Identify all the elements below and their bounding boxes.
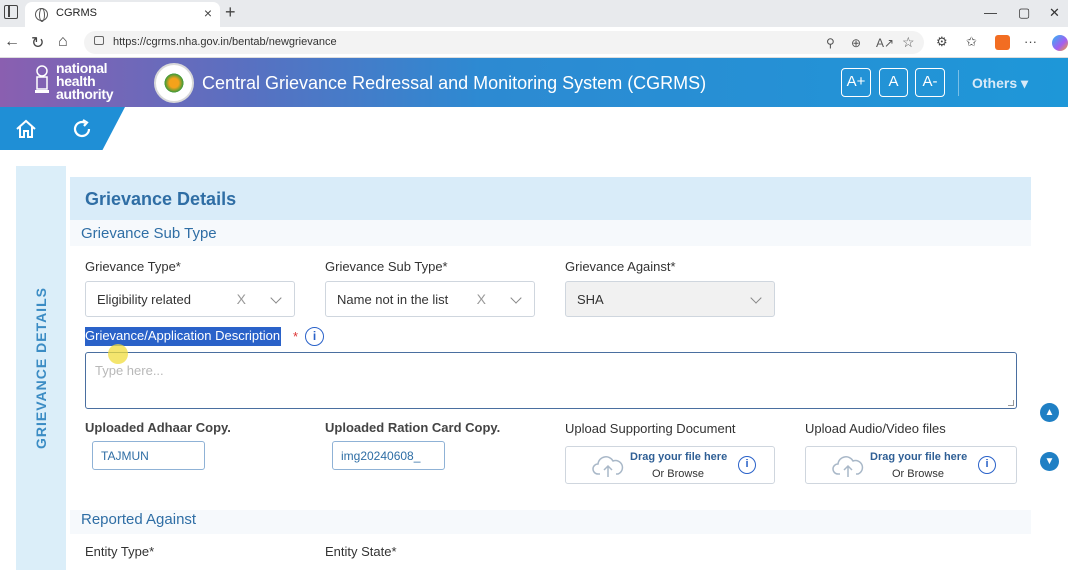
description-placeholder: Type here... <box>95 363 164 378</box>
new-tab-button[interactable]: + <box>225 2 236 23</box>
refresh-icon[interactable] <box>70 117 94 141</box>
uploaded-ration-label: Uploaded Ration Card Copy. <box>325 420 501 435</box>
description-label: Grievance/Application Description <box>85 327 282 346</box>
back-icon[interactable]: ← <box>4 33 20 51</box>
clear-icon[interactable]: X <box>237 291 246 307</box>
upload-av-label: Upload Audio/Video files <box>805 421 946 436</box>
upload-av-dropzone[interactable]: Drag your file here Or Browse i <box>805 446 1017 484</box>
browse-link[interactable]: Or Browse <box>652 468 704 480</box>
read-aloud-icon[interactable]: A↗ <box>876 36 894 50</box>
upload-supporting-label: Upload Supporting Document <box>565 421 736 436</box>
browser-tab-bar: CGRMS × + — ▢ ✕ <box>0 0 1068 27</box>
others-menu[interactable]: Others ▾ <box>972 75 1028 92</box>
chevron-down-icon <box>510 292 522 304</box>
extensions-icon[interactable]: ⚙ <box>936 34 948 50</box>
side-panel-label: GRIEVANCE DETAILS <box>33 287 49 449</box>
minimize-button[interactable]: — <box>984 5 997 20</box>
national-emblem-icon <box>35 65 49 93</box>
grievance-type-select[interactable]: Eligibility related X <box>85 281 295 317</box>
scroll-up-button[interactable]: ▲ <box>1040 403 1059 422</box>
chevron-down-icon <box>270 292 282 304</box>
reload-icon[interactable]: ↻ <box>31 33 44 53</box>
cloud-upload-icon <box>592 456 624 477</box>
mouse-cursor-highlight <box>108 344 128 364</box>
nha-logo: national health authority <box>56 61 114 102</box>
section-title-subtype: Grievance Sub Type <box>81 225 217 242</box>
browser-address-bar: ← ↻ ⌂ https://cgrms.nha.gov.in/bentab/ne… <box>0 27 1068 58</box>
grievance-type-value: Eligibility related <box>97 292 191 307</box>
copilot-icon[interactable] <box>1052 35 1068 51</box>
grievance-against-value: SHA <box>577 292 604 307</box>
more-menu-icon[interactable]: ··· <box>1024 34 1037 49</box>
font-increase-button[interactable]: A+ <box>841 68 871 97</box>
globe-icon <box>35 8 48 22</box>
lock-icon <box>94 36 104 45</box>
url-field[interactable]: https://cgrms.nha.gov.in/bentab/newgriev… <box>84 31 924 54</box>
extension-icon[interactable] <box>995 35 1010 50</box>
entity-state-label: Entity State* <box>325 544 397 559</box>
location-icon[interactable]: ⚲ <box>826 36 835 50</box>
card-title: Grievance Details <box>85 189 237 209</box>
section-title-reported: Reported Against <box>81 511 197 528</box>
favorites-icon[interactable]: ✩ <box>966 34 977 50</box>
cgrms-logo <box>154 63 194 103</box>
description-textarea[interactable]: Type here... <box>85 352 1017 409</box>
tab-title: CGRMS <box>56 7 97 19</box>
font-decrease-button[interactable]: A- <box>915 68 945 97</box>
cloud-upload-icon <box>832 456 864 477</box>
app-header: national health authority Central Grieva… <box>0 58 1068 107</box>
grievance-sub-type-label: Grievance Sub Type* <box>325 259 448 274</box>
tab-close-icon[interactable]: × <box>204 5 212 21</box>
reported-section <box>70 534 1031 570</box>
entity-type-label: Entity Type* <box>85 544 155 559</box>
url-text: https://cgrms.nha.gov.in/bentab/newgriev… <box>113 36 337 48</box>
info-icon[interactable]: i <box>978 456 996 474</box>
header-divider <box>958 70 959 96</box>
upload-supporting-dropzone[interactable]: Drag your file here Or Browse i <box>565 446 775 484</box>
info-icon[interactable]: i <box>305 327 324 346</box>
info-icon[interactable]: i <box>738 456 756 474</box>
maximize-button[interactable]: ▢ <box>1018 5 1030 21</box>
browse-link[interactable]: Or Browse <box>892 468 944 480</box>
resize-handle[interactable] <box>1008 400 1014 406</box>
uploaded-ration-file[interactable]: img20240608_ <box>332 441 445 470</box>
home-icon[interactable]: ⌂ <box>58 33 68 51</box>
grievance-sub-type-value: Name not in the list <box>337 292 449 307</box>
page-title: Central Grievance Redressal and Monitori… <box>202 73 707 93</box>
scroll-down-button[interactable]: ▼ <box>1040 452 1059 471</box>
browser-tab[interactable]: CGRMS × <box>25 2 220 27</box>
zoom-icon[interactable]: ⊕ <box>851 36 861 50</box>
chevron-down-icon <box>750 292 762 304</box>
required-star: * <box>293 329 299 344</box>
grievance-against-label: Grievance Against* <box>565 259 676 274</box>
uploaded-adhaar-value: TAJMUN <box>101 449 149 463</box>
tab-actions-icon[interactable] <box>4 5 18 19</box>
logo-text-3: authority <box>56 86 114 102</box>
font-normal-button[interactable]: A <box>879 68 908 97</box>
uploaded-adhaar-label: Uploaded Adhaar Copy. <box>85 420 231 435</box>
grievance-sub-type-select[interactable]: Name not in the list X <box>325 281 535 317</box>
grievance-type-label: Grievance Type* <box>85 259 181 274</box>
grievance-against-select[interactable]: SHA <box>565 281 775 317</box>
clear-icon[interactable]: X <box>477 291 486 307</box>
favorite-star-icon[interactable]: ☆ <box>902 34 915 51</box>
window-close-button[interactable]: ✕ <box>1049 5 1060 21</box>
home-icon[interactable] <box>14 117 38 141</box>
drag-file-text: Drag your file here <box>870 451 968 463</box>
drag-file-text: Drag your file here <box>630 451 728 463</box>
uploaded-ration-value: img20240608_ <box>341 449 421 463</box>
uploaded-adhaar-file[interactable]: TAJMUN <box>92 441 205 470</box>
